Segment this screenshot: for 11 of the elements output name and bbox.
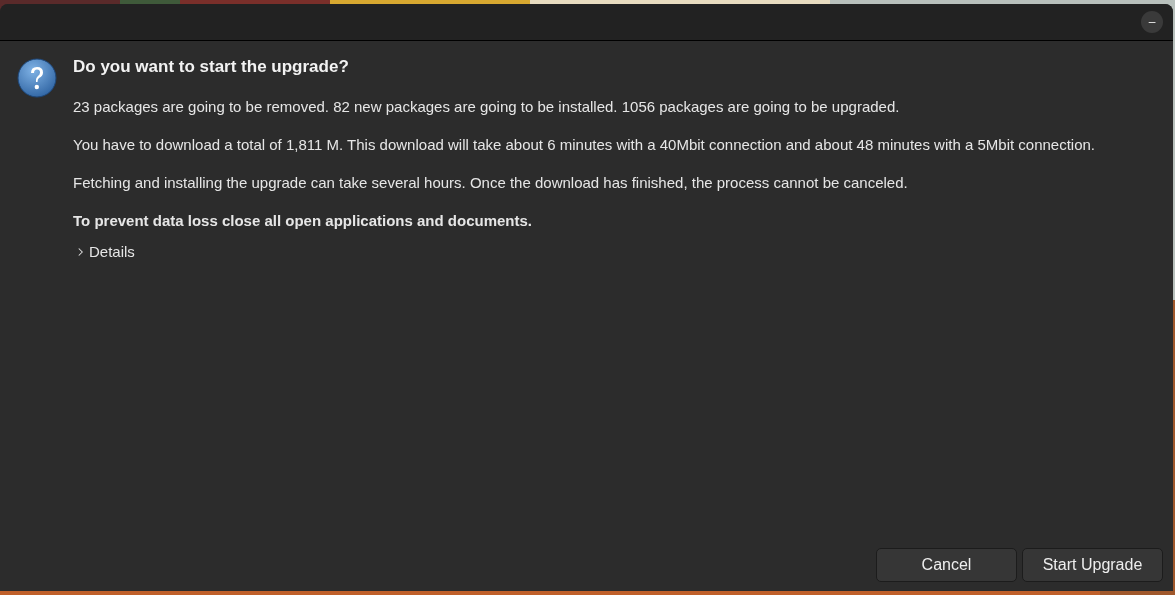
info-text: You have to download a total of 1,811 M. This download will take about 6 minutes with a 40Mbit connection and about 48 minutes with a 5Mbit connection.: [73, 136, 1096, 154]
chevron-right-icon: [77, 245, 84, 258]
warning-text: To prevent data loss close all open applications and documents.: [73, 212, 532, 230]
dialog-button[interactable]: Start Upgrade: [1022, 548, 1163, 582]
minimize-button[interactable]: –: [1141, 11, 1163, 33]
dialog-button[interactable]: Cancel: [876, 548, 1017, 582]
question-icon: [17, 58, 57, 98]
details-expander[interactable]: Details: [73, 243, 135, 260]
info-text: 23 packages are going to be removed. 82 new packages are going to be installed. 1056 packages are going to be upgraded.: [73, 98, 900, 116]
dialog-title: Do you want to start the upgrade?: [73, 57, 349, 77]
info-text: Fetching and installing the upgrade can take several hours. Once the download has finished, the process cannot be canceled.: [73, 174, 908, 192]
